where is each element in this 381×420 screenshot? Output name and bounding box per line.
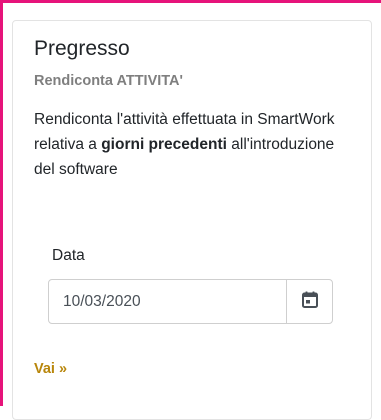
calendar-button[interactable] xyxy=(286,280,332,323)
calendar-icon xyxy=(301,291,318,313)
card-subtitle: Rendiconta ATTIVITA' xyxy=(34,73,183,89)
description-emphasis: giorni precedenti xyxy=(101,136,227,153)
date-label: Data xyxy=(52,247,85,264)
card-description: Rendiconta l'attività effettuata in Smar… xyxy=(34,107,339,182)
date-input[interactable] xyxy=(49,280,286,323)
go-link[interactable]: Vai » xyxy=(34,359,67,379)
date-input-group xyxy=(48,279,333,324)
card-title: Pregresso xyxy=(34,37,130,60)
